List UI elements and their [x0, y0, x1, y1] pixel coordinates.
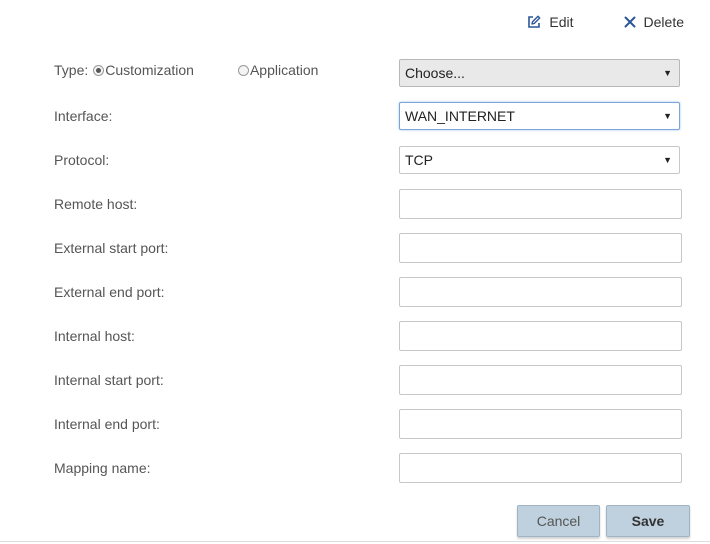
type-option-application-label: Application: [249, 62, 319, 78]
close-icon: [624, 16, 636, 28]
chevron-down-icon: ▼: [663, 155, 672, 165]
external-start-port-input[interactable]: [399, 233, 682, 263]
type-option-customization-label: Customization: [105, 62, 194, 78]
divider: [0, 541, 710, 542]
internal-start-port-input[interactable]: [399, 365, 682, 395]
chevron-down-icon: ▼: [663, 111, 672, 121]
remote-host-label: Remote host:: [54, 196, 138, 212]
chevron-down-icon: ▼: [663, 68, 672, 78]
internal-host-label: Internal host:: [54, 328, 135, 344]
protocol-label: Protocol:: [54, 152, 110, 168]
delete-button[interactable]: Delete: [624, 14, 684, 30]
type-option-customization[interactable]: Customization: [93, 61, 194, 79]
cancel-button[interactable]: Cancel: [517, 505, 600, 537]
interface-select[interactable]: WAN_INTERNET ▼: [399, 102, 680, 130]
toolbar: Edit Delete: [527, 14, 684, 30]
interface-select-value: WAN_INTERNET: [405, 108, 515, 124]
edit-label: Edit: [549, 14, 574, 30]
delete-label: Delete: [643, 14, 684, 30]
save-button[interactable]: Save: [606, 505, 690, 537]
internal-end-port-label: Internal end port:: [54, 416, 160, 432]
external-start-port-label: External start port:: [54, 240, 169, 256]
protocol-select-value: TCP: [405, 152, 433, 168]
application-select[interactable]: Choose... ▼: [399, 59, 680, 87]
remote-host-input[interactable]: [399, 189, 682, 219]
internal-host-input[interactable]: [399, 321, 682, 351]
type-row: Type: Customization Application: [54, 61, 318, 79]
interface-label: Interface:: [54, 108, 113, 124]
edit-icon: [528, 15, 541, 28]
internal-start-port-label: Internal start port:: [54, 372, 164, 388]
application-select-value: Choose...: [405, 65, 465, 81]
edit-button[interactable]: Edit: [527, 14, 574, 30]
radio-customization[interactable]: [93, 64, 105, 76]
external-end-port-label: External end port:: [54, 284, 165, 300]
internal-end-port-input[interactable]: [399, 409, 682, 439]
mapping-name-input[interactable]: [399, 453, 682, 483]
mapping-name-label: Mapping name:: [54, 460, 151, 476]
radio-application[interactable]: [237, 64, 249, 76]
type-option-application[interactable]: Application: [237, 61, 319, 79]
type-label: Type:: [54, 62, 89, 78]
protocol-select[interactable]: TCP ▼: [399, 146, 680, 174]
external-end-port-input[interactable]: [399, 277, 682, 307]
